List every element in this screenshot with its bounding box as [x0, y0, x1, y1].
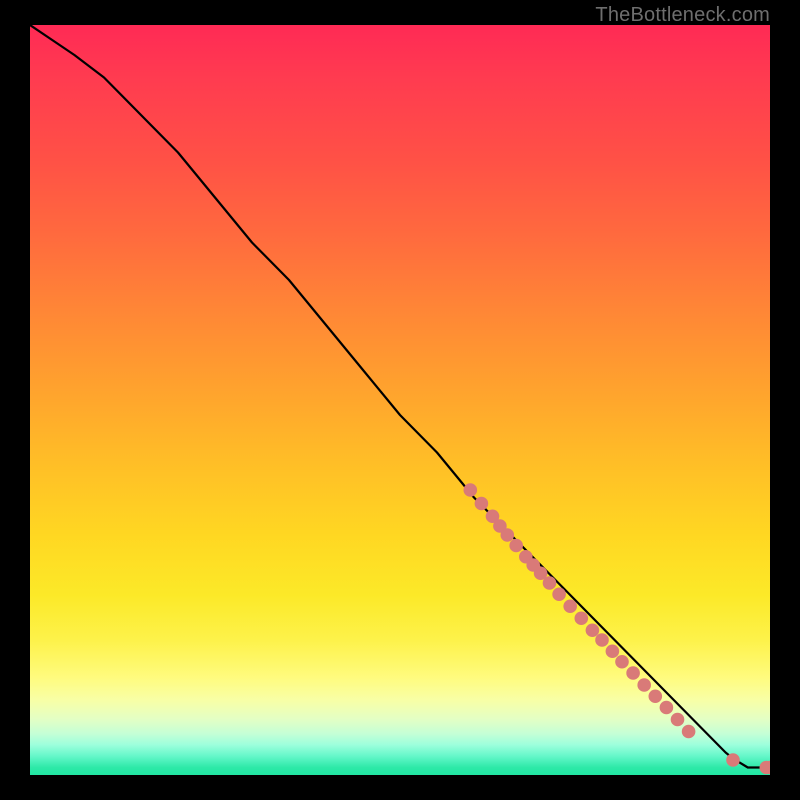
- data-marker: [649, 689, 663, 703]
- chart-stage: TheBottleneck.com: [0, 0, 800, 800]
- data-marker: [760, 761, 771, 775]
- marker-layer: [464, 483, 771, 774]
- curve-layer: [30, 25, 770, 775]
- data-marker: [526, 558, 540, 572]
- data-marker: [501, 528, 515, 542]
- data-marker: [586, 623, 600, 637]
- bottleneck-curve: [30, 25, 770, 768]
- data-marker: [552, 587, 566, 601]
- data-marker: [615, 655, 629, 669]
- data-marker: [671, 713, 685, 727]
- data-marker: [637, 678, 651, 692]
- data-marker: [493, 519, 507, 533]
- data-marker: [660, 701, 674, 715]
- data-marker: [606, 644, 620, 658]
- data-marker: [682, 725, 696, 739]
- data-marker: [486, 509, 500, 523]
- data-marker: [563, 599, 577, 613]
- data-marker: [464, 483, 478, 497]
- data-marker: [626, 666, 640, 680]
- data-marker: [575, 611, 589, 625]
- data-marker: [475, 497, 489, 511]
- data-marker: [595, 633, 609, 647]
- attribution-label: TheBottleneck.com: [595, 4, 770, 27]
- data-marker: [763, 761, 770, 775]
- data-marker: [509, 539, 523, 553]
- plot-area: [30, 25, 770, 775]
- data-marker: [543, 576, 557, 590]
- data-marker: [534, 566, 548, 580]
- data-marker: [726, 753, 740, 767]
- data-marker: [519, 550, 533, 564]
